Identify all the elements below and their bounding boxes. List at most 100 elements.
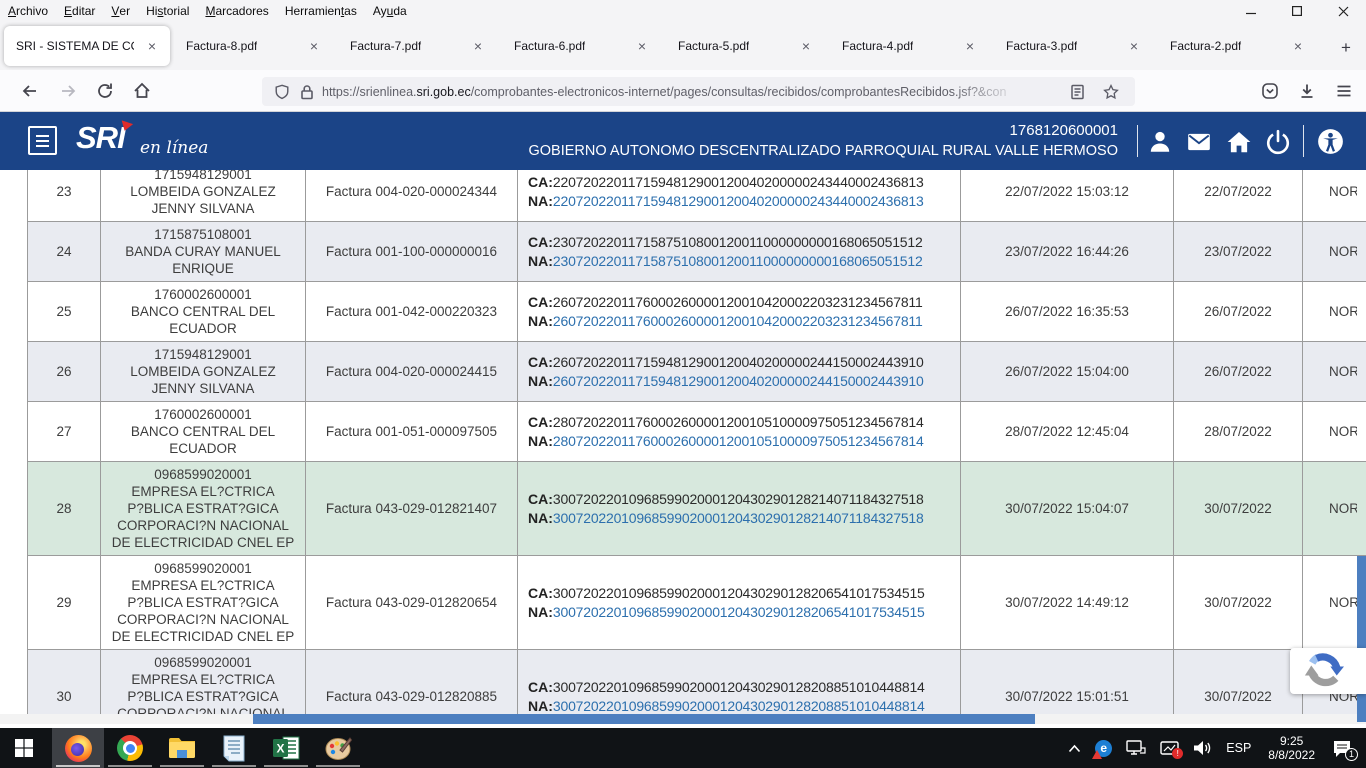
clock[interactable]: 9:25 8/8/2022 [1268,734,1315,762]
tab-factura-7-pdf[interactable]: Factura-7.pdf× [338,26,496,66]
na-link[interactable]: 2607202201176000260000120010420002203231… [553,313,923,329]
na-link[interactable]: 2607202201171594812900120040200000244150… [553,373,924,389]
user-icon[interactable] [1147,129,1173,155]
forward-icon[interactable] [59,82,77,100]
antivirus-tray-icon[interactable]: e [1095,740,1112,757]
tab-close-icon[interactable]: × [632,38,652,54]
tab-factura-4-pdf[interactable]: Factura-4.pdf× [830,26,988,66]
display-alert-tray-icon[interactable]: ! [1160,741,1179,756]
na-label: NA: [528,373,553,389]
notification-center-icon[interactable]: 1 [1332,739,1352,758]
tab-close-icon[interactable]: × [1124,38,1144,54]
tab-factura-5-pdf[interactable]: Factura-5.pdf × [666,26,824,66]
tab-factura-6-pdf[interactable]: Factura-6.pdf× [502,26,660,66]
vertical-scrollbar-thumb[interactable] [1357,556,1366,722]
close-button[interactable] [1320,0,1366,22]
recaptcha-badge[interactable] [1290,648,1366,694]
authorization-datetime: 26/07/2022 15:04:00 [961,342,1174,401]
row-number: 27 [28,402,101,461]
na-link[interactable]: 2207202201171594812900120040200000243440… [553,193,924,209]
menu-editar[interactable]: Editar [56,0,103,22]
horizontal-scrollbar-thumb[interactable] [253,714,1035,724]
new-tab-button[interactable]: + [1334,36,1358,60]
sri-menu-icon[interactable] [28,126,57,155]
na-link[interactable]: 2307202201171587510800120011000000000168… [553,253,923,269]
emission-type: NORMAL [1303,222,1366,281]
emission-date: 22/07/2022 [1174,170,1303,221]
menu-ayuda[interactable]: Ayuda [365,0,415,22]
network-tray-icon[interactable] [1126,740,1146,756]
menu-ver[interactable]: Ver [103,0,138,22]
language-indicator[interactable]: ESP [1226,741,1251,755]
factura-number: Factura 001-042-000220323 [306,282,518,341]
tab-close-icon[interactable]: × [142,38,162,54]
menu-archivo[interactable]: Archivo [0,0,56,22]
tab-factura-8-pdf[interactable]: Factura-8.pdf× [174,26,332,66]
hamburger-menu-icon[interactable] [1335,82,1353,100]
sri-logo[interactable]: SRI [76,120,125,156]
tray-expand-icon[interactable] [1068,744,1081,753]
ca-label: CA: [528,174,553,190]
access-key-cell: CA:2607202201176000260000120010420002203… [518,282,961,341]
factura-number: Factura 001-100-000000016 [306,222,518,281]
accessibility-icon[interactable] [1317,128,1343,154]
maximize-button[interactable] [1274,0,1320,22]
volume-tray-icon[interactable] [1193,740,1212,756]
mail-icon[interactable] [1186,129,1212,155]
home-icon[interactable] [133,82,151,100]
authorization-datetime: 26/07/2022 16:35:53 [961,282,1174,341]
ca-value: 3007202201096859902000120430290128214071… [553,491,924,507]
pocket-icon[interactable] [1261,82,1279,100]
power-icon[interactable] [1265,129,1291,155]
taskbar-chrome-icon[interactable] [106,728,154,768]
na-link[interactable]: 2807202201176000260000120010510000975051… [553,433,924,449]
taskbar-excel-icon[interactable]: X [262,728,310,768]
sri-logo-suffix: en línea [140,138,208,158]
na-link[interactable]: 3007202201096859902000120430290128208851… [553,698,925,714]
tracking-shield-icon[interactable] [274,84,290,100]
minimize-button[interactable] [1228,0,1274,22]
url-bar[interactable]: https://srienlinea.sri.gob.ec/comprobant… [262,77,1135,106]
tab-factura-3-pdf[interactable]: Factura-3.pdf × [994,26,1152,66]
factura-number: Factura 004-020-000024415 [306,342,518,401]
na-link[interactable]: 3007202201096859902000120430290128214071… [553,510,924,526]
access-key-cell: CA:2207202201171594812900120040200000243… [518,170,961,221]
tab-active-sri[interactable]: SRI - SISTEMA DE COMP × [4,26,170,66]
access-key-cell: CA:3007202201096859902000120430290128208… [518,650,961,714]
reload-icon[interactable] [96,82,114,100]
taskbar-notepad-icon[interactable] [210,728,258,768]
tab-close-icon[interactable]: × [1288,38,1308,54]
windows-taskbar: X e ! [0,728,1366,768]
ca-value: 2607202201171594812900120040200000244150… [553,354,924,370]
home-white-icon[interactable] [1226,129,1252,155]
tab-close-icon[interactable]: × [468,38,488,54]
tab-title: Factura-3.pdf [1006,39,1077,53]
tab-title: Factura-2.pdf [1170,39,1241,53]
firefox-open-indicator [56,765,100,767]
bookmark-star-icon[interactable] [1103,84,1119,100]
reader-mode-icon[interactable] [1070,84,1085,100]
menu-marcadores[interactable]: Marcadores [197,0,276,22]
taskbar-paint-icon[interactable] [314,728,362,768]
tab-title: Factura-5.pdf [678,39,749,53]
na-link[interactable]: 3007202201096859902000120430290128206541… [553,604,925,620]
tab-close-icon[interactable]: × [796,38,816,54]
menu-herramientas[interactable]: Herramientas [277,0,365,22]
factura-number: Factura 043-029-012820885 [306,650,518,714]
access-key-cell: CA:3007202201096859902000120430290128206… [518,556,961,649]
notification-badge: 1 [1345,748,1358,761]
ca-label: CA: [528,294,553,310]
table-row: 28 0968599020001EMPRESA EL?CTRICAP?BLICA… [28,462,1366,556]
menu-historial[interactable]: Historial [138,0,197,22]
tab-close-icon[interactable]: × [960,38,980,54]
taskbar-firefox-icon[interactable] [54,728,102,768]
lock-icon[interactable] [300,84,314,100]
na-label: NA: [528,253,553,269]
downloads-icon[interactable] [1298,82,1316,100]
authorization-datetime: 30/07/2022 15:01:51 [961,650,1174,714]
start-button[interactable] [0,728,48,768]
back-icon[interactable] [21,82,39,100]
tab-close-icon[interactable]: × [304,38,324,54]
tab-factura-2-pdf[interactable]: Factura-2.pdf × [1158,26,1316,66]
taskbar-explorer-icon[interactable] [158,728,206,768]
